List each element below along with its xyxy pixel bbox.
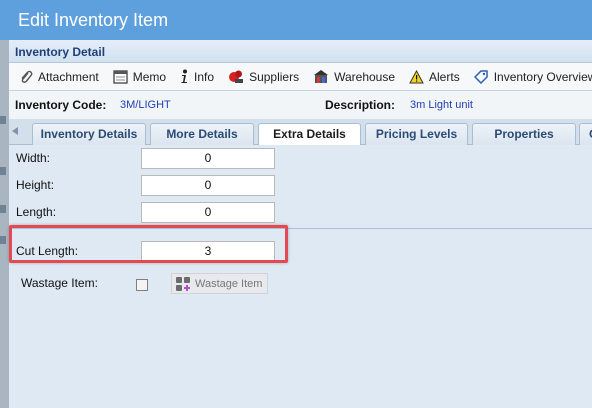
warehouse-label: Warehouse bbox=[334, 69, 396, 84]
info-button[interactable]: Info bbox=[174, 66, 220, 88]
tab-more-truncated[interactable]: C bbox=[579, 123, 592, 145]
width-label: Width: bbox=[16, 151, 51, 165]
detail-tabs: Inventory Details More Details Extra Det… bbox=[9, 119, 592, 146]
inventory-code-value: 3M/LIGHT bbox=[120, 99, 171, 111]
window-title: Edit Inventory Item bbox=[0, 0, 592, 40]
info-icon bbox=[181, 69, 188, 83]
inventory-code-label: Inventory Code: bbox=[15, 98, 107, 112]
suppliers-icon bbox=[229, 70, 244, 83]
extra-details-form: Width: 0 Height: 0 Length: 0 Cut Length:… bbox=[9, 145, 592, 378]
wastage-item-button-label: Wastage Item bbox=[195, 277, 263, 290]
tab-inventory-details[interactable]: Inventory Details bbox=[32, 123, 146, 145]
alert-icon bbox=[409, 69, 424, 83]
description-label: Description: bbox=[325, 98, 396, 112]
cut-length-highlight-box bbox=[9, 225, 288, 263]
tab-more-details[interactable]: More Details bbox=[150, 123, 254, 145]
info-label: Info bbox=[194, 69, 215, 84]
warehouse-icon bbox=[314, 70, 329, 83]
alerts-button[interactable]: Alerts bbox=[403, 66, 466, 88]
memo-button[interactable]: Memo bbox=[107, 66, 172, 88]
memo-label: Memo bbox=[132, 69, 167, 84]
left-edge-strip bbox=[0, 0, 9, 408]
length-label: Length: bbox=[16, 205, 57, 219]
wastage-item-label: Wastage Item: bbox=[21, 276, 98, 290]
width-input[interactable]: 0 bbox=[141, 148, 275, 169]
wastage-item-button[interactable]: Wastage Item bbox=[171, 273, 268, 294]
tab-pricing-levels[interactable]: Pricing Levels bbox=[365, 123, 468, 145]
attachment-button[interactable]: Attachment bbox=[13, 66, 105, 88]
wastage-item-checkbox[interactable] bbox=[136, 279, 148, 291]
memo-icon bbox=[113, 69, 128, 84]
inventory-detail-panel: Inventory Detail Attachment Memo Info Su… bbox=[9, 40, 592, 408]
description-value: 3m Light unit bbox=[410, 99, 473, 111]
warehouse-button[interactable]: Warehouse bbox=[307, 66, 401, 88]
paperclip-icon bbox=[21, 70, 33, 83]
height-input[interactable]: 0 bbox=[141, 175, 275, 196]
suppliers-label: Suppliers bbox=[249, 69, 300, 84]
tab-extra-details[interactable]: Extra Details bbox=[258, 123, 361, 146]
height-label: Height: bbox=[16, 178, 55, 192]
wastage-item-icon bbox=[176, 276, 190, 291]
inventory-overview-label: Inventory Overview bbox=[493, 69, 592, 84]
tag-icon bbox=[473, 70, 488, 84]
tab-properties[interactable]: Properties bbox=[472, 123, 576, 145]
inventory-overview-button[interactable]: Inventory Overview bbox=[468, 66, 592, 88]
attachment-label: Attachment bbox=[38, 69, 99, 84]
alerts-label: Alerts bbox=[429, 69, 460, 84]
suppliers-button[interactable]: Suppliers bbox=[222, 66, 305, 88]
length-input[interactable]: 0 bbox=[141, 202, 275, 223]
edit-inventory-window: Edit Inventory Item Inventory Detail Att… bbox=[0, 0, 592, 408]
tab-scroll-left-icon[interactable] bbox=[12, 127, 18, 135]
toolbar: Attachment Memo Info Suppliers Warehouse bbox=[9, 63, 592, 91]
inventory-summary-row: Inventory Code: 3M/LIGHT Description: 3m… bbox=[9, 91, 592, 119]
panel-title: Inventory Detail bbox=[9, 40, 592, 63]
